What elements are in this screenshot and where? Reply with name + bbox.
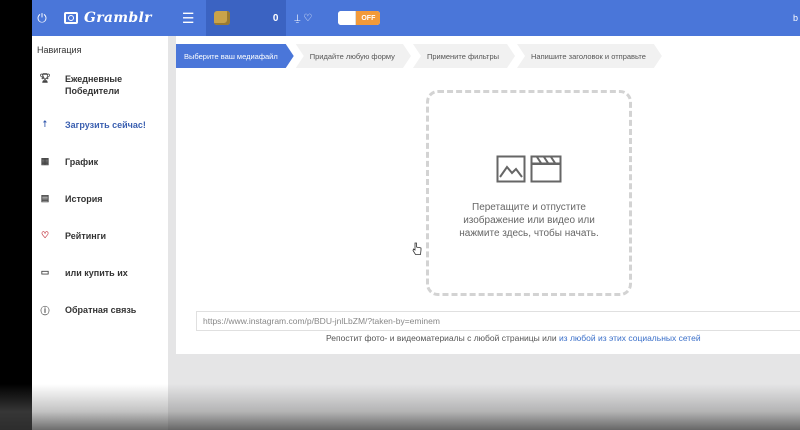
brand-logo[interactable]: Gramblr — [64, 10, 152, 26]
step-caption[interactable]: Напишите заголовок и отправьте — [517, 44, 662, 68]
sidebar-item-label: Ежедневные Победители — [65, 74, 123, 96]
repost-text: Репостит фото- и видеоматериалы с любой … — [326, 333, 559, 343]
sidebar-item-label: Обратная связь — [65, 305, 137, 315]
sidebar-item-buy[interactable]: ▭ или купить их — [32, 267, 168, 279]
upload-panel: Выберите ваш медиафайл Придайте любую фо… — [176, 36, 800, 354]
trophy-icon: 🏆︎ — [39, 73, 51, 83]
user-icon: ⍊ — [294, 12, 301, 24]
wallet-icon: ▭ — [40, 267, 50, 277]
hand-cursor-icon — [412, 242, 422, 255]
video-clapper-icon — [530, 155, 562, 183]
top-right-text: b — [792, 13, 798, 23]
help-icon: ⓘ — [40, 306, 50, 316]
sidebar: Навигация 🏆︎ Ежедневные Победители ⭡ Заг… — [32, 36, 168, 430]
sidebar-item-history[interactable]: ▤ История — [32, 193, 168, 205]
likes-widget[interactable]: ⍊ ♡ — [294, 13, 312, 24]
sidebar-item-feedback[interactable]: ⓘ Обратная связь — [32, 304, 168, 317]
image-icon — [496, 155, 526, 183]
instagram-url-input[interactable] — [196, 311, 800, 331]
toggle-knob — [338, 11, 357, 25]
sidebar-item-schedule[interactable]: ▦ График — [32, 156, 168, 168]
coin-count: 0 — [272, 12, 279, 24]
dropzone-instructions: Перетащите и отпустите изображение или в… — [459, 202, 599, 239]
power-icon[interactable]: ⏻ — [32, 11, 52, 26]
sidebar-item-label: Рейтинги — [65, 231, 106, 241]
menu-icon[interactable]: ☰ — [182, 10, 195, 27]
brand-name: Gramblr — [84, 10, 152, 26]
sidebar-item-ratings[interactable]: ♡ Рейтинги — [32, 230, 168, 242]
sidebar-heading: Навигация — [37, 45, 82, 55]
media-icons — [496, 155, 562, 183]
toggle-label: OFF — [356, 11, 381, 25]
step-crop[interactable]: Придайте любую форму — [296, 44, 411, 68]
history-icon: ▤ — [40, 193, 50, 203]
camera-plus-icon — [64, 12, 78, 24]
media-dropzone[interactable]: Перетащите и отпустите изображение или в… — [426, 90, 632, 296]
sidebar-item-upload[interactable]: ⭡ Загрузить сейчас! — [32, 119, 168, 131]
repost-note: Репостит фото- и видеоматериалы с любой … — [326, 333, 701, 343]
step-choose-media[interactable]: Выберите ваш медиафайл — [176, 44, 294, 68]
social-networks-link[interactable]: из любой из этих социальных сетей — [559, 333, 701, 343]
coins-widget[interactable]: 0 — [206, 0, 287, 36]
top-bar: ⏻ Gramblr ☰ 0 ⍊ ♡ OFF b — [32, 0, 800, 36]
sidebar-item-label: История — [65, 194, 103, 204]
wizard-steps: Выберите ваш медиафайл Придайте любую фо… — [176, 44, 664, 68]
sidebar-item-label: Загрузить сейчас! — [65, 120, 146, 130]
coins-icon — [214, 11, 231, 25]
heart-icon: ♡ — [40, 230, 50, 240]
upload-icon: ⭡ — [42, 119, 48, 129]
step-filters[interactable]: Примените фильтры — [413, 44, 515, 68]
left-letterbox — [0, 0, 32, 430]
auto-toggle[interactable]: OFF — [338, 11, 381, 25]
sidebar-item-label: График — [65, 157, 99, 167]
calendar-icon: ▦ — [40, 156, 50, 166]
sidebar-item-label: или купить их — [65, 268, 128, 278]
sidebar-item-daily-winners[interactable]: 🏆︎ Ежедневные Победители — [32, 73, 168, 97]
heart-outline-icon: ♡ — [303, 12, 313, 24]
